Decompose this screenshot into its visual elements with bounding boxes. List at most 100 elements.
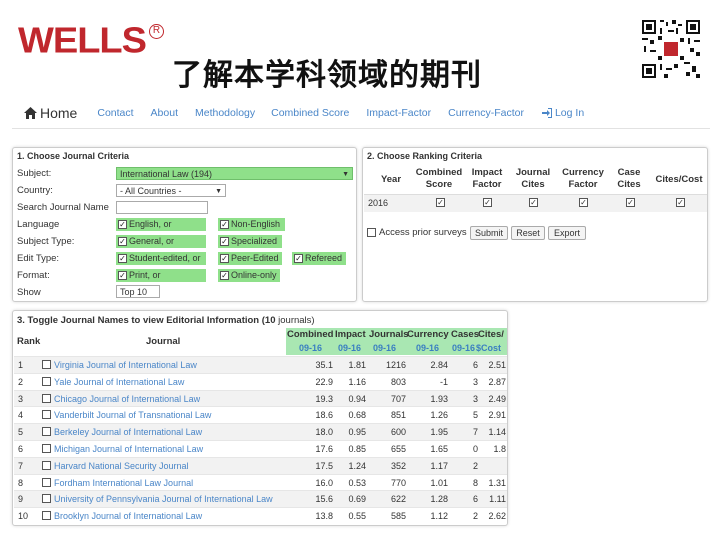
ranking-year-value: 2016 [368,198,389,208]
nav-about[interactable]: About [151,107,178,119]
nav-currency-factor[interactable]: Currency-Factor [448,107,524,119]
check-icon: ✓ [118,220,127,229]
edit-type-student-checkbox[interactable]: ✓ Student-edited, or [116,252,206,265]
journal-toggle-checkbox[interactable] [42,393,51,403]
journal-name-link[interactable]: Michigan Journal of International Law [54,444,203,454]
cell-journals: 622 [390,494,406,505]
journal-toggle-checkbox[interactable] [42,444,51,453]
export-button[interactable]: Export [548,226,586,240]
col-cases-sub: 09-16 [452,343,476,353]
journal-toggle-checkbox[interactable] [42,427,51,437]
format-print-checkbox[interactable]: ✓ Print, or [116,269,206,282]
journal-name-link[interactable]: University of Pennsylvania Journal of In… [54,494,273,504]
journal-name-link[interactable]: Fordham International Law Journal [54,478,193,488]
journal-cites-checkbox[interactable]: ✓ [529,198,538,207]
results-title: 3. Toggle Journal Names to view Editoria… [17,315,315,326]
impact-factor-checkbox[interactable]: ✓ [483,198,492,207]
cell-currency: 1.28 [430,494,448,505]
cell-combined: 22.9 [315,376,333,387]
subject-value: International Law (194) [120,169,213,179]
cell-combined: 35.1 [315,360,333,370]
language-english-label: English, or [129,219,172,229]
site-nav: Home Contact About Methodology Combined … [12,97,710,129]
cell-impact: 1.16 [348,376,366,387]
journal-toggle-checkbox[interactable] [42,477,51,487]
language-nonenglish-label: Non-English [231,219,281,229]
country-select[interactable]: - All Countries - ▼ [116,184,226,197]
format-online-checkbox[interactable]: ✓ Online-only [218,269,280,282]
cell-currency: 1.26 [430,410,448,421]
table-row: 4 18.6 0.68 851 1.26 5 2.91 Vanderbilt Journal … [14,406,507,423]
case-cites-checkbox[interactable]: ✓ [626,198,635,207]
edit-type-label: Edit Type: [17,253,60,264]
col-journals-header[interactable]: Journals [369,329,409,340]
table-row: 2 22.9 1.16 803 -1 3 2.87 Yale Journal of Inter… [14,372,507,390]
subject-type-label: Subject Type: [17,236,75,247]
subject-type-general-checkbox[interactable]: ✓ General, or [116,235,206,248]
journal-toggle-checkbox[interactable] [42,460,51,470]
cell-impact: 1.24 [348,460,366,471]
show-select[interactable]: Top 10 [116,285,160,298]
cites-cost-checkbox[interactable]: ✓ [676,198,685,207]
col-currency-header[interactable]: Currency [407,329,449,340]
nav-home[interactable]: Home [24,105,77,121]
edit-type-peer-checkbox[interactable]: ✓ Peer-Edited [218,252,282,265]
cell-journals: 352 [390,460,406,471]
journal-toggle-checkbox[interactable] [42,410,51,420]
cell-cases: 6 [472,360,478,370]
nav-methodology[interactable]: Methodology [195,107,255,119]
journal-name-link[interactable]: Virginia Journal of International Law [54,360,197,370]
journal-toggle-checkbox[interactable] [42,360,51,369]
col-cites-sub: $Cost [476,343,502,353]
nav-login-label: Log In [554,106,585,119]
cell-cites: 1.14 [488,427,506,438]
nav-impact-factor[interactable]: Impact-Factor [366,107,431,119]
submit-button[interactable]: Submit [470,226,508,240]
caret-down-icon: ▼ [342,171,349,178]
check-icon: ✓ [118,271,127,280]
edit-type-refereed-checkbox[interactable]: ✓ Refereed [292,252,346,265]
cell-currency: 1.12 [430,511,448,522]
col-combined-header[interactable]: Combined [287,329,333,340]
prior-surveys-checkbox[interactable] [367,228,376,237]
journal-toggle-checkbox[interactable] [42,376,51,386]
caret-down-icon: ▼ [215,188,222,195]
col-cases-header[interactable]: Cases [451,329,479,340]
journal-toggle-checkbox[interactable] [42,494,51,504]
journal-name-link[interactable]: Brooklyn Journal of International Law [54,511,202,521]
journal-toggle-checkbox[interactable] [42,511,51,521]
cell-impact: 0.69 [348,494,366,505]
cell-currency: -1 [439,376,448,387]
cell-journals: 655 [390,444,406,454]
language-label: Language [17,219,60,230]
language-english-checkbox[interactable]: ✓ English, or [116,218,206,231]
journal-name-link[interactable]: Vanderbilt Journal of Transnational Law [54,410,211,420]
search-label: Search Journal Name [17,202,109,213]
nav-combined-score[interactable]: Combined Score [271,107,349,119]
cell-currency: 1.65 [430,444,448,454]
subject-select[interactable]: International Law (194) ▼ [116,167,353,180]
search-journal-input[interactable] [116,201,208,214]
results-count-suffix: journals) [278,315,315,326]
journal-name-link[interactable]: Harvard National Security Journal [54,461,189,471]
cell-rank: 4 [18,410,24,421]
col-impact-sub: 09-16 [338,343,362,353]
cell-journals: 585 [390,511,406,522]
nav-login[interactable]: Log In [541,106,585,119]
reset-button[interactable]: Reset [511,226,545,240]
journal-name-link[interactable]: Berkeley Journal of International Law [54,427,202,437]
cell-currency: 2.84 [430,360,448,370]
nav-contact[interactable]: Contact [97,107,133,119]
col-cites-header[interactable]: Cites/ [478,329,504,340]
col-impact-header[interactable]: Impact [335,329,366,340]
ranking-header-currency: Currency Factor [562,167,604,190]
journal-name-link[interactable]: Chicago Journal of International Law [54,394,200,404]
combined-score-checkbox[interactable]: ✓ [436,198,445,207]
cell-journals: 851 [390,410,406,421]
journal-name-link[interactable]: Yale Journal of International Law [54,377,184,387]
check-icon: ✓ [220,254,229,263]
currency-factor-checkbox[interactable]: ✓ [579,198,588,207]
subject-type-specialized-checkbox[interactable]: ✓ Specialized [218,235,282,248]
cell-cases: 7 [472,427,478,438]
language-nonenglish-checkbox[interactable]: ✓ Non-English [218,218,285,231]
